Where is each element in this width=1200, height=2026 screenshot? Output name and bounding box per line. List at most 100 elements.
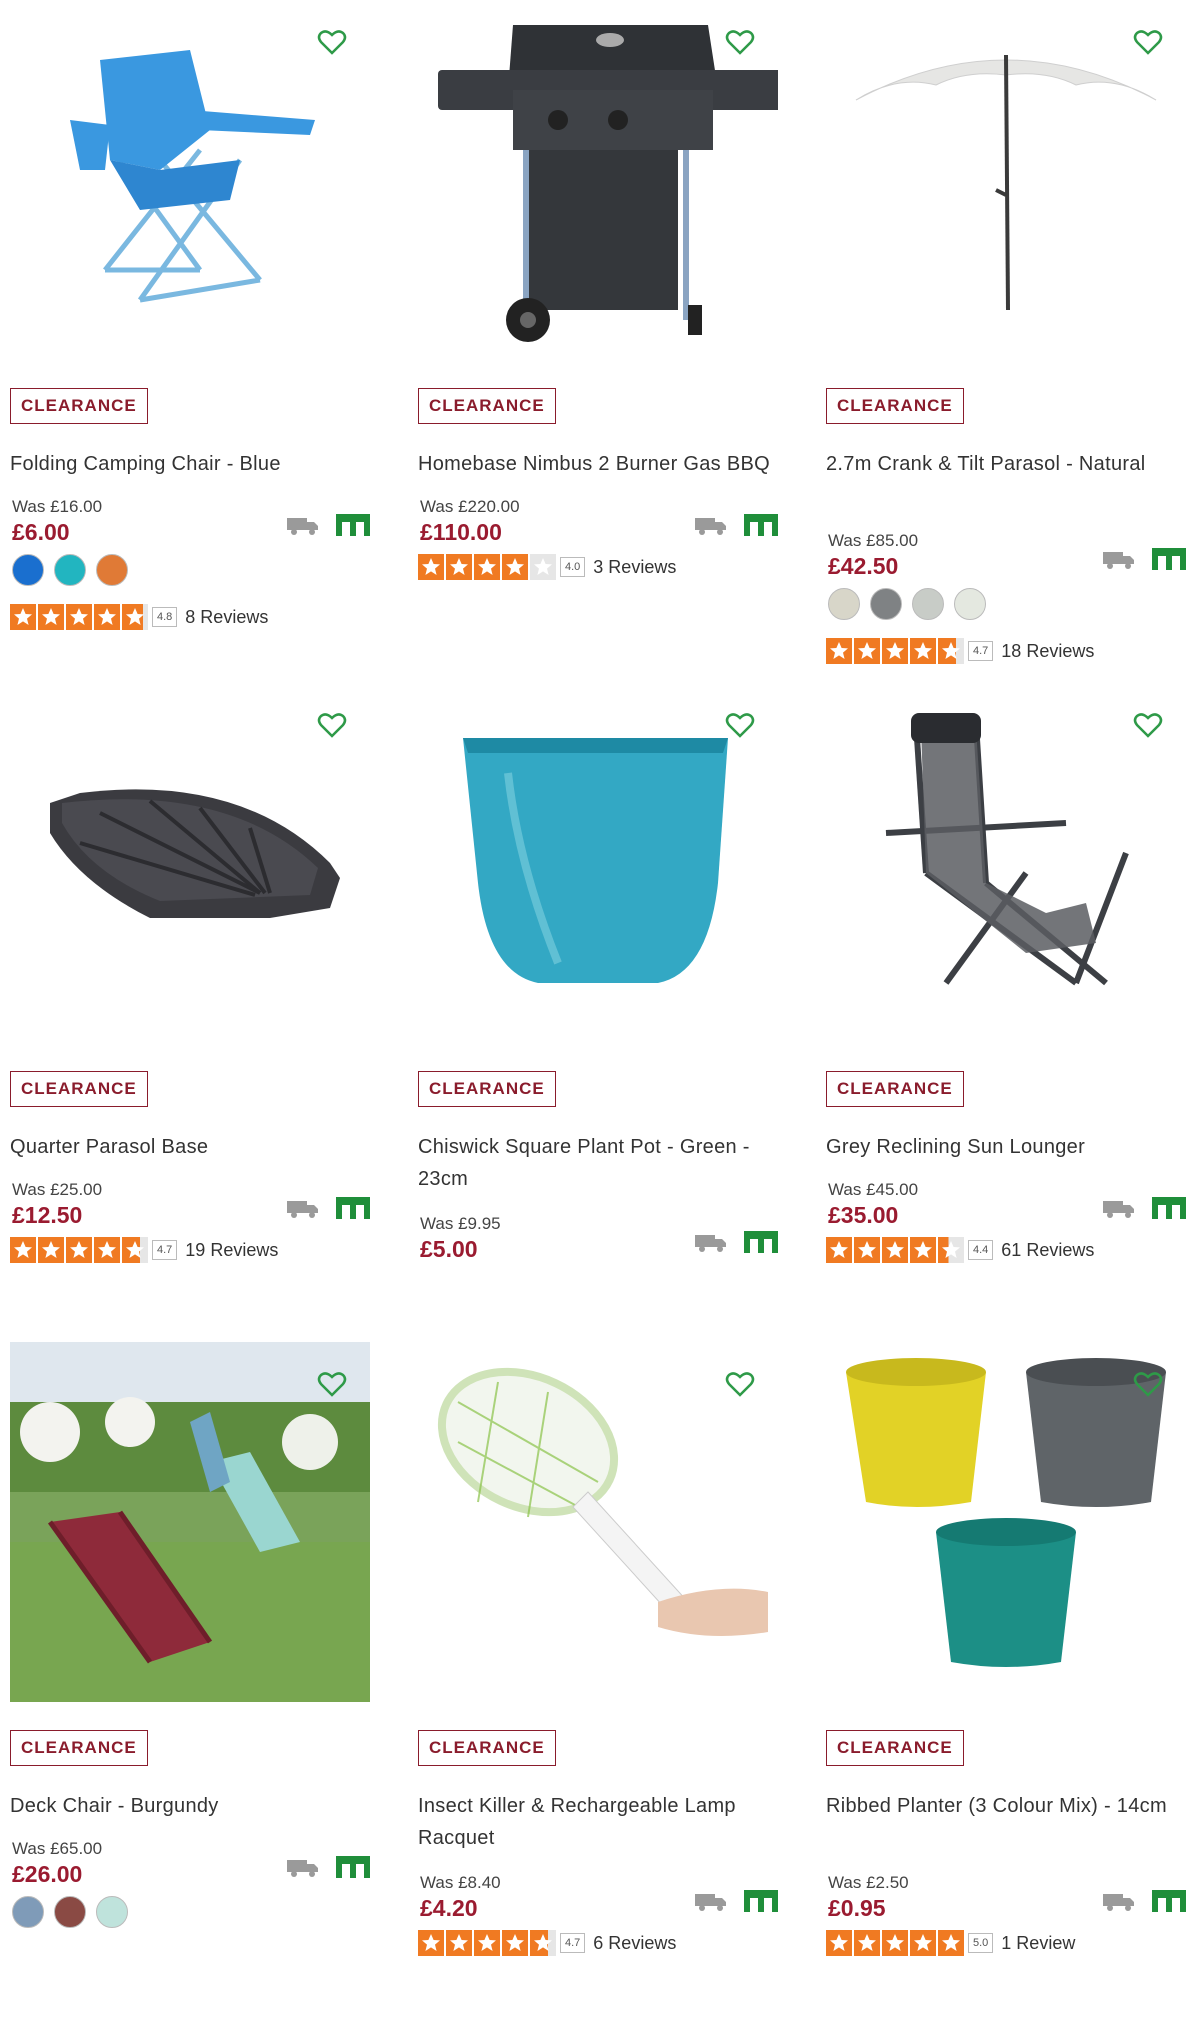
click-and-collect-icon [744, 1890, 778, 1912]
click-and-collect-icon [1152, 1197, 1186, 1219]
product-card[interactable]: CLEARANCE Deck Chair - Burgundy Was £65.… [10, 1342, 370, 1992]
home-delivery-icon [287, 1201, 318, 1218]
rating-stars [418, 554, 556, 580]
colour-swatches [828, 588, 986, 620]
rating-star-icon [938, 1237, 964, 1263]
product-card[interactable]: CLEARANCE 2.7m Crank & Tilt Parasol - Na… [826, 0, 1186, 664]
rating-star-icon [38, 1237, 64, 1263]
colour-swatch[interactable] [12, 1896, 44, 1928]
home-delivery-icon [1103, 1201, 1134, 1218]
sale-price: £35.00 [828, 1202, 899, 1228]
wishlist-heart-icon[interactable] [1132, 709, 1164, 741]
product-card[interactable]: CLEARANCE Quarter Parasol Base Was £25.0… [10, 683, 370, 1333]
colour-swatch[interactable] [54, 554, 86, 586]
product-name[interactable]: Deck Chair - Burgundy [10, 1790, 370, 1822]
rating-star-icon [910, 1237, 936, 1263]
rating-star-icon [474, 554, 500, 580]
product-rating: 4.0 3 Reviews [418, 554, 676, 580]
rating-star-icon [910, 1930, 936, 1956]
product-image[interactable] [10, 1342, 370, 1702]
colour-swatch[interactable] [828, 588, 860, 620]
price-block: Was £9.95 £5.00 [420, 1213, 501, 1263]
product-image[interactable] [826, 1342, 1186, 1702]
click-and-collect-icon [336, 514, 370, 536]
product-name[interactable]: Folding Camping Chair - Blue [10, 448, 370, 480]
colour-swatch[interactable] [912, 588, 944, 620]
rating-star-icon [474, 1930, 500, 1956]
wishlist-heart-icon[interactable] [724, 709, 756, 741]
product-card[interactable]: CLEARANCE Ribbed Planter (3 Colour Mix) … [826, 1342, 1186, 1992]
product-card[interactable]: CLEARANCE Grey Reclining Sun Lounger Was… [826, 683, 1186, 1333]
product-card[interactable]: CLEARANCE Homebase Nimbus 2 Burner Gas B… [418, 0, 778, 650]
wishlist-heart-icon[interactable] [1132, 26, 1164, 58]
reviews-link[interactable]: 8 Reviews [185, 607, 268, 628]
reviews-link[interactable]: 18 Reviews [1001, 641, 1094, 662]
wishlist-heart-icon[interactable] [316, 26, 348, 58]
product-image[interactable] [418, 0, 778, 360]
colour-swatch[interactable] [96, 1896, 128, 1928]
product-name[interactable]: Insect Killer & Rechargeable Lamp Racque… [418, 1790, 778, 1854]
wishlist-heart-icon[interactable] [316, 1368, 348, 1400]
rating-star-icon [122, 604, 148, 630]
wishlist-heart-icon[interactable] [316, 709, 348, 741]
rating-star-icon [418, 1930, 444, 1956]
clearance-badge: CLEARANCE [418, 388, 556, 424]
click-and-collect-icon [744, 1231, 778, 1253]
price-block: Was £45.00 £35.00 [828, 1179, 918, 1229]
product-name[interactable]: Chiswick Square Plant Pot - Green - 23cm [418, 1131, 778, 1195]
reviews-link[interactable]: 1 Review [1001, 1933, 1075, 1954]
price-block: Was £220.00 £110.00 [420, 496, 520, 546]
colour-swatch[interactable] [96, 554, 128, 586]
reviews-link[interactable]: 61 Reviews [1001, 1240, 1094, 1261]
was-price: Was £220.00 [420, 497, 520, 516]
product-image[interactable] [826, 683, 1186, 1043]
product-image[interactable] [826, 0, 1186, 360]
reviews-link[interactable]: 3 Reviews [593, 557, 676, 578]
product-rating: 4.4 61 Reviews [826, 1237, 1094, 1263]
colour-swatch[interactable] [870, 588, 902, 620]
rating-star-icon [94, 604, 120, 630]
product-image[interactable] [418, 683, 778, 1043]
product-name[interactable]: 2.7m Crank & Tilt Parasol - Natural [826, 448, 1186, 480]
rating-star-icon [938, 1930, 964, 1956]
rating-star-icon [94, 1237, 120, 1263]
colour-swatch[interactable] [54, 1896, 86, 1928]
colour-swatches [12, 1896, 128, 1928]
sale-price: £4.20 [420, 1895, 478, 1921]
rating-star-icon [38, 604, 64, 630]
product-image[interactable] [10, 0, 370, 360]
rating-score: 4.0 [560, 557, 586, 577]
rating-star-icon [938, 638, 964, 664]
price-block: Was £25.00 £12.50 [12, 1179, 102, 1229]
product-grid: CLEARANCE Folding Camping Chair - Blue W… [0, 0, 1200, 2026]
rating-score: 4.7 [560, 1933, 586, 1953]
reviews-link[interactable]: 19 Reviews [185, 1240, 278, 1261]
product-card[interactable]: CLEARANCE Chiswick Square Plant Pot - Gr… [418, 683, 778, 1333]
rating-stars [10, 604, 148, 630]
was-price: Was £85.00 [828, 531, 919, 550]
product-image[interactable] [418, 1342, 778, 1702]
colour-swatch[interactable] [12, 554, 44, 586]
product-card[interactable]: CLEARANCE Insect Killer & Rechargeable L… [418, 1342, 778, 1992]
product-image[interactable] [10, 683, 370, 1043]
product-name[interactable]: Quarter Parasol Base [10, 1131, 370, 1163]
reviews-link[interactable]: 6 Reviews [593, 1933, 676, 1954]
rating-star-icon [826, 1930, 852, 1956]
wishlist-heart-icon[interactable] [1132, 1368, 1164, 1400]
product-card[interactable]: CLEARANCE Folding Camping Chair - Blue W… [10, 0, 370, 650]
rating-star-icon [854, 1930, 880, 1956]
product-rating: 4.7 18 Reviews [826, 638, 1094, 664]
rating-star-icon [446, 554, 472, 580]
product-name[interactable]: Ribbed Planter (3 Colour Mix) - 14cm [826, 1790, 1186, 1822]
wishlist-heart-icon[interactable] [724, 1368, 756, 1400]
rating-star-icon [446, 1930, 472, 1956]
rating-score: 4.8 [152, 607, 178, 627]
rating-star-icon [882, 1237, 908, 1263]
wishlist-heart-icon[interactable] [724, 26, 756, 58]
clearance-badge: CLEARANCE [826, 1071, 964, 1107]
product-name[interactable]: Homebase Nimbus 2 Burner Gas BBQ [418, 448, 778, 480]
product-name[interactable]: Grey Reclining Sun Lounger [826, 1131, 1186, 1163]
was-price: Was £8.40 [420, 1873, 501, 1892]
product-rating: 4.7 19 Reviews [10, 1237, 278, 1263]
colour-swatch[interactable] [954, 588, 986, 620]
